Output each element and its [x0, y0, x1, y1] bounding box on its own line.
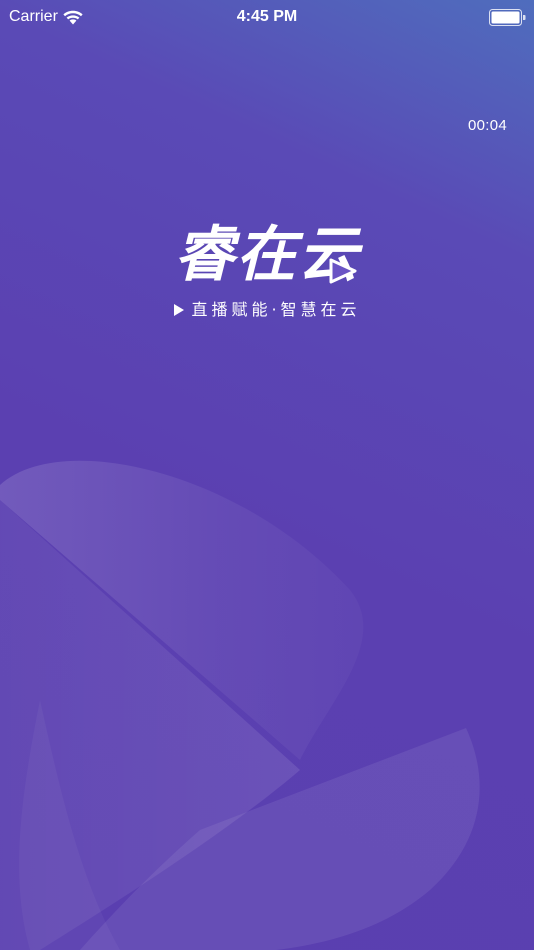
skip-countdown[interactable]: 00:04 [468, 117, 507, 135]
tagline: 直播赋能·智慧在云 [0, 300, 534, 320]
background-play-shape [0, 460, 480, 950]
play-icon [174, 304, 185, 316]
tagline-text: 直播赋能·智慧在云 [191, 300, 361, 319]
status-time: 4:45 PM [236, 8, 298, 25]
status-bar: Carrier 4:45 PM [0, 0, 534, 34]
splash-background [0, 0, 534, 950]
brand-name-last-wrapper: 云 [298, 220, 360, 290]
brand-play-icon [329, 258, 357, 284]
brand-wordmark: 睿在 云 [174, 220, 360, 290]
battery-icon [489, 9, 526, 26]
brand-name-main: 睿在 [174, 220, 298, 290]
app-logo: 睿在 云 直播赋能·智慧在云 [0, 220, 534, 320]
